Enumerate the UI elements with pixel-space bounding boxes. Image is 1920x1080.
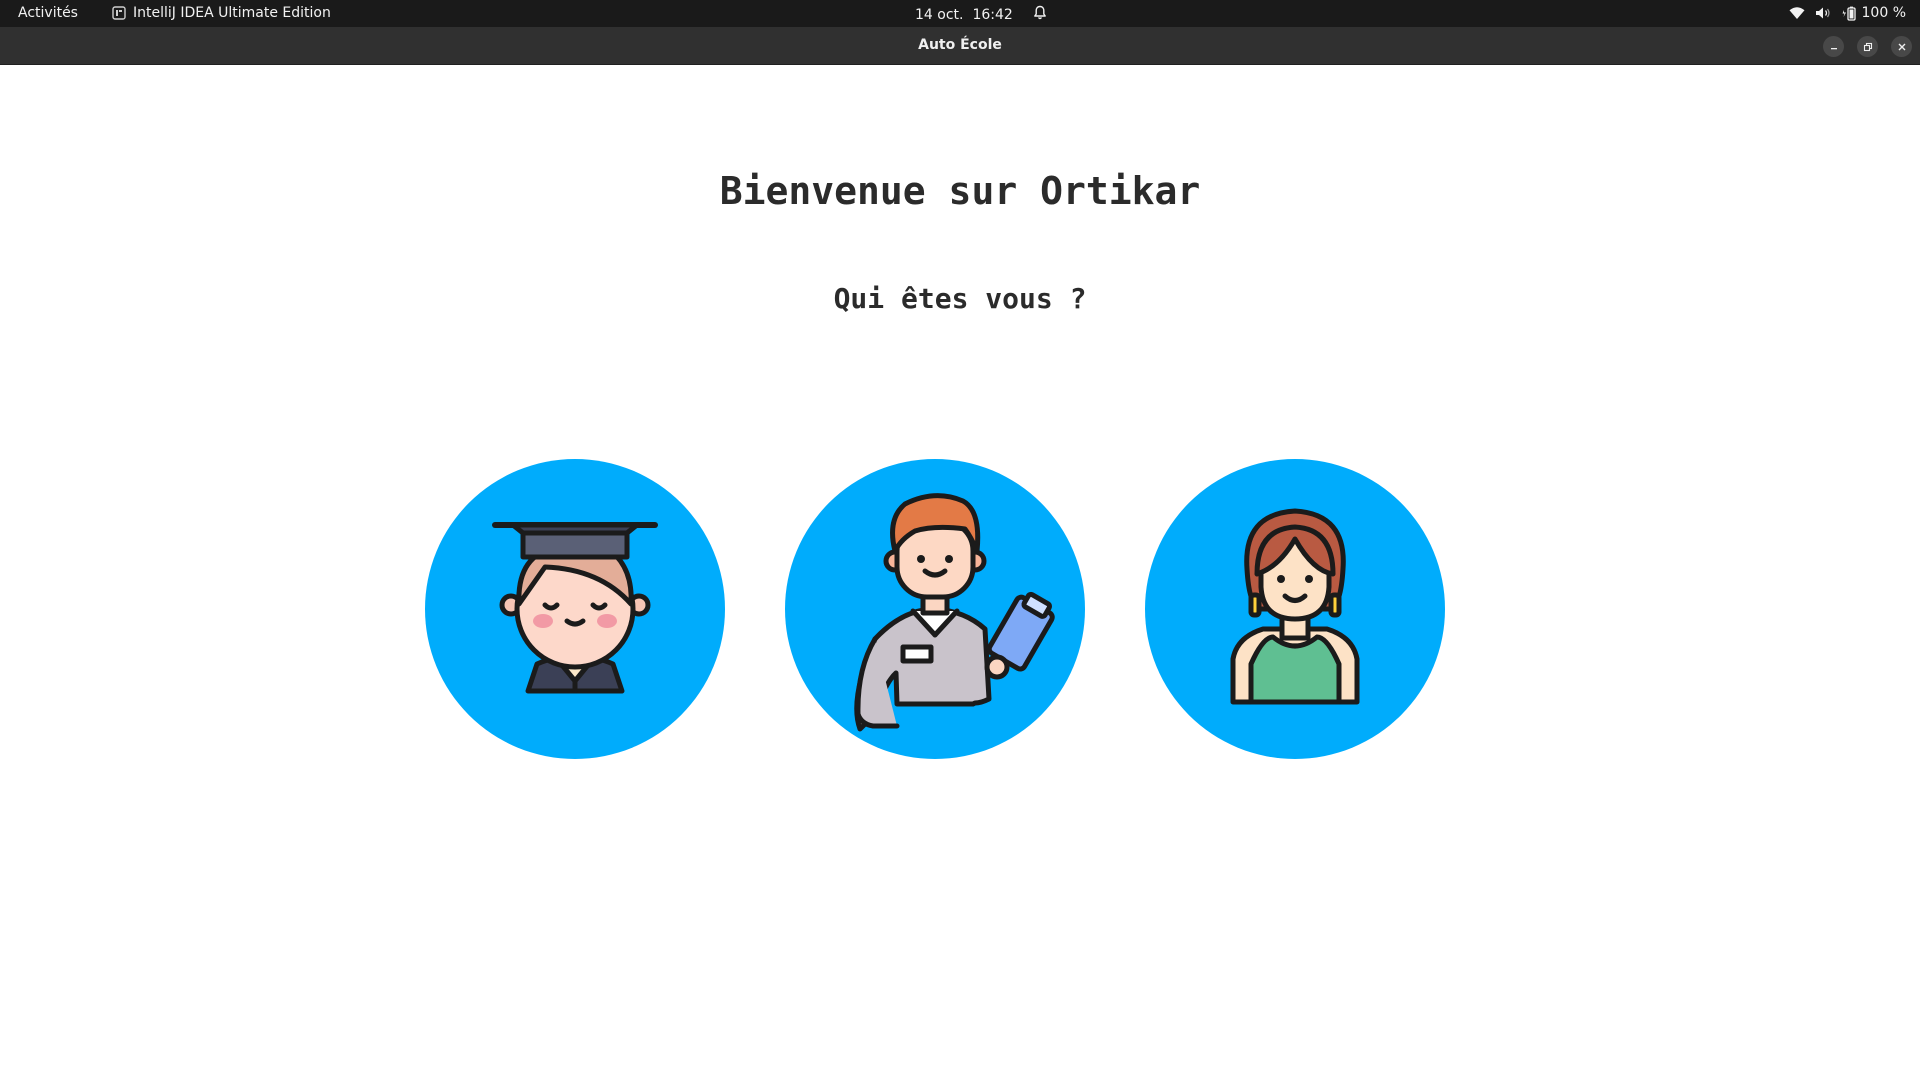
app-menu[interactable]: IntelliJ IDEA Ultimate Edition	[112, 5, 331, 21]
close-icon	[1897, 37, 1907, 56]
window-title: Auto École	[918, 37, 1002, 53]
clock-menu[interactable]: 14 oct. 16:42	[915, 5, 1047, 24]
role-button-student[interactable]	[425, 459, 725, 759]
notification-bell-icon	[1033, 5, 1047, 24]
window-title-bar[interactable]: Auto École	[0, 27, 1920, 65]
close-button[interactable]	[1891, 36, 1912, 57]
restore-button[interactable]	[1857, 36, 1878, 57]
volume-icon	[1815, 6, 1831, 20]
battery-percentage: 100 %	[1861, 5, 1906, 21]
role-question: Qui êtes vous ?	[833, 282, 1087, 315]
role-button-staff[interactable]	[1145, 459, 1445, 759]
battery-charging-icon	[1841, 6, 1857, 21]
main-content: Bienvenue sur Ortikar Qui êtes vous ?	[0, 65, 1920, 1080]
woman-avatar-icon	[1145, 459, 1445, 759]
minimize-icon	[1829, 37, 1839, 56]
role-button-instructor[interactable]	[785, 459, 1085, 759]
minimize-button[interactable]	[1823, 36, 1844, 57]
system-status-menu[interactable]: 100 %	[1789, 5, 1906, 21]
graduate-student-icon	[425, 459, 725, 759]
restore-icon	[1863, 37, 1873, 56]
welcome-heading: Bienvenue sur Ortikar	[719, 169, 1201, 213]
app-menu-label: IntelliJ IDEA Ultimate Edition	[133, 5, 331, 21]
activities-button[interactable]: Activités	[18, 5, 78, 21]
system-top-bar: Activités IntelliJ IDEA Ultimate Edition…	[0, 0, 1920, 27]
instructor-clipboard-icon	[785, 459, 1085, 759]
wifi-icon	[1789, 6, 1805, 20]
intellij-app-icon	[112, 6, 126, 20]
clock-time: 16:42	[972, 6, 1013, 23]
clock-date: 14 oct.	[915, 6, 964, 23]
